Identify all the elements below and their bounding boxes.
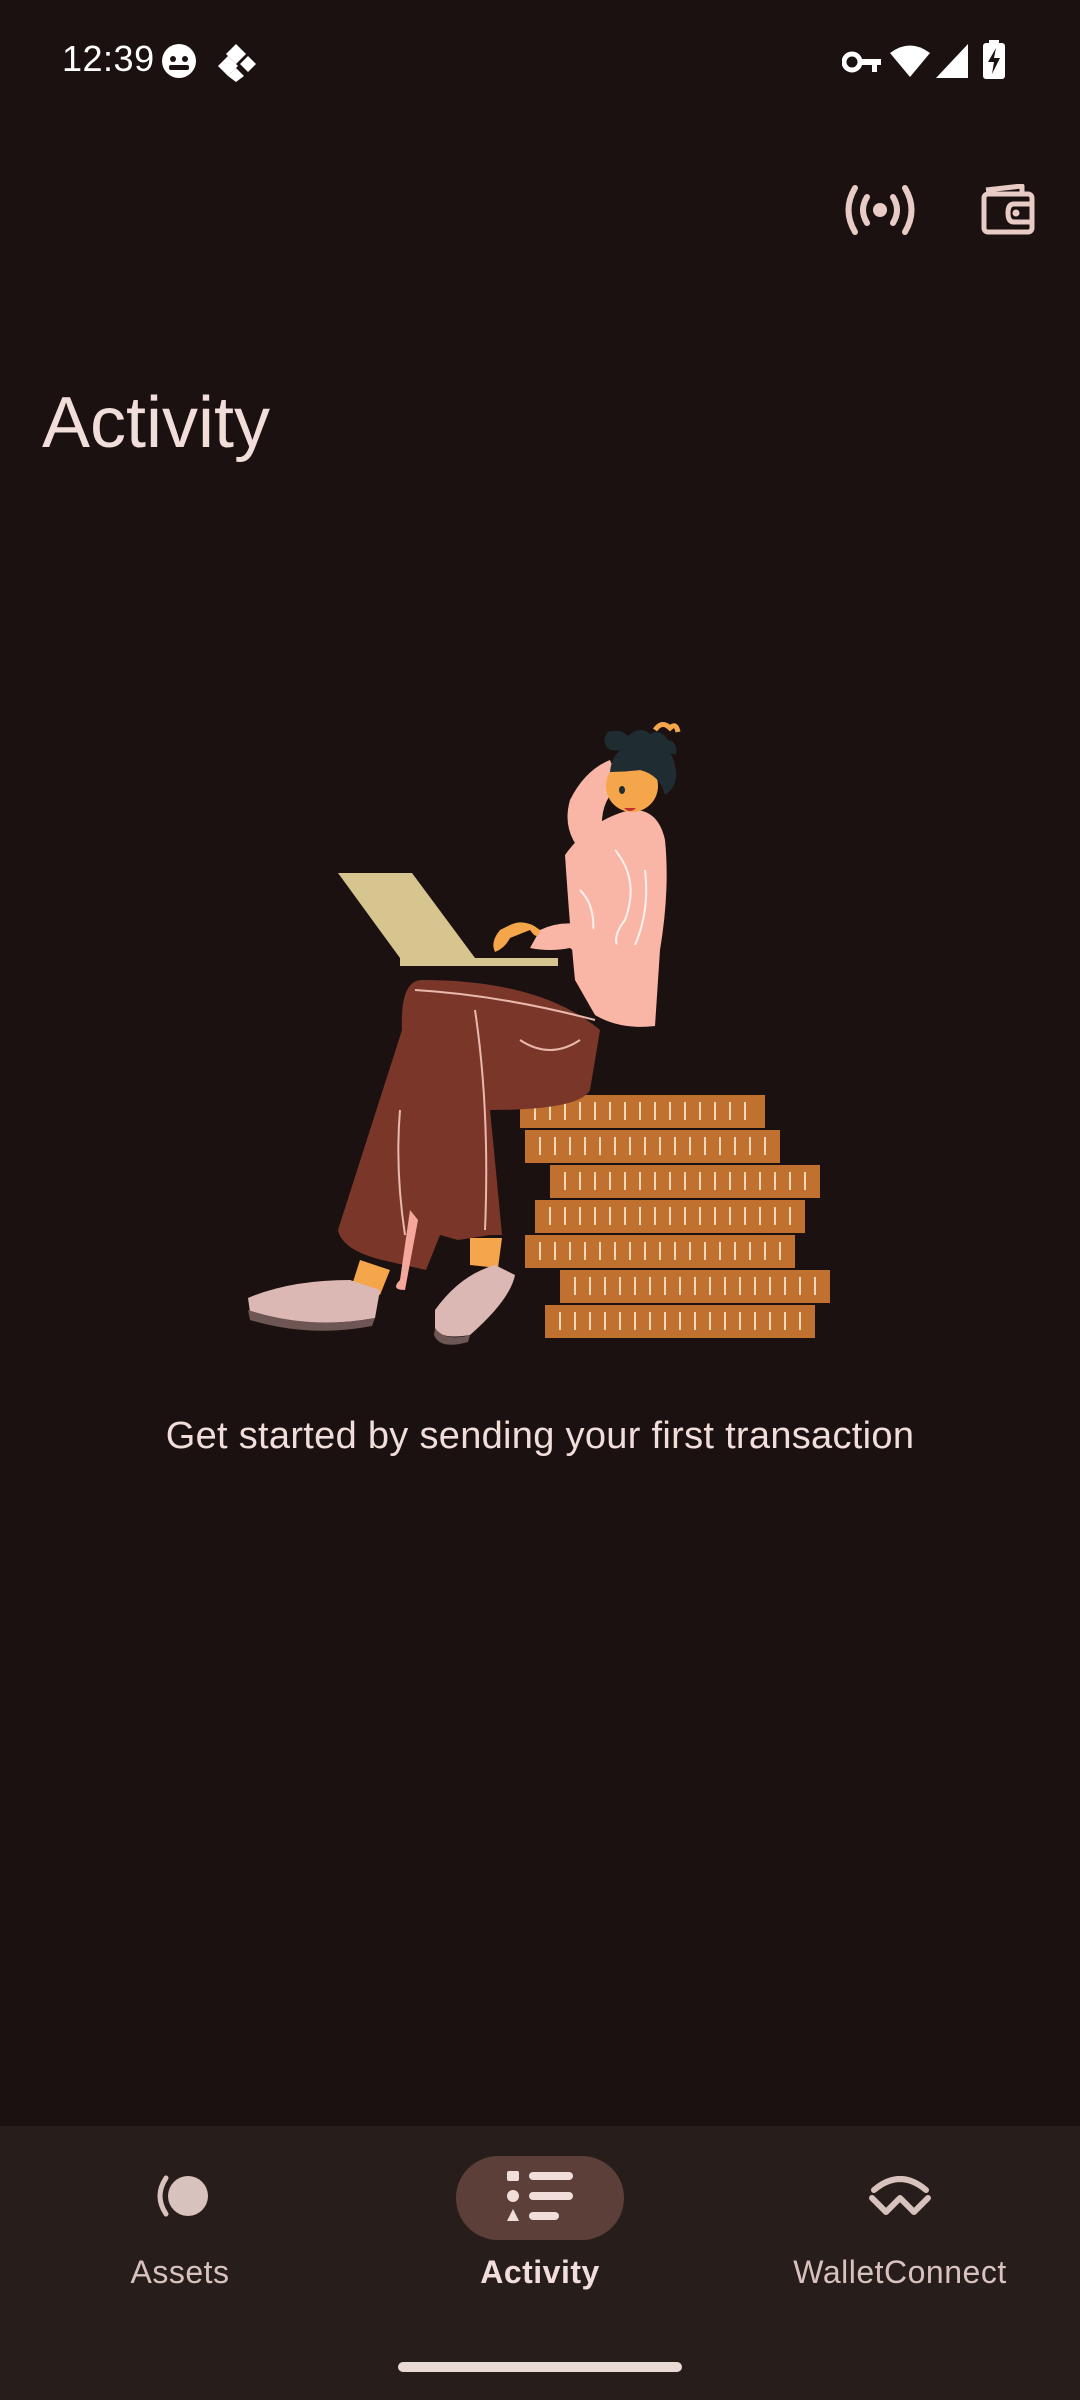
nav-pill-activity bbox=[456, 2156, 624, 2240]
nav-item-activity[interactable]: Activity bbox=[360, 2156, 720, 2326]
broadcast-button[interactable] bbox=[834, 166, 926, 258]
page-title: Activity bbox=[42, 383, 271, 463]
list-icon bbox=[507, 2169, 573, 2228]
nav-item-walletconnect[interactable]: WalletConnect bbox=[720, 2156, 1080, 2326]
coin-stack-illustration bbox=[520, 1095, 830, 1338]
vpn-key-icon bbox=[841, 50, 882, 79]
bottom-navigation: Assets Activity WalletConnect bbox=[0, 2126, 1080, 2400]
walletconnect-icon bbox=[868, 2175, 932, 2221]
nav-label-assets: Assets bbox=[130, 2254, 230, 2290]
nav-label-walletconnect: WalletConnect bbox=[793, 2254, 1007, 2290]
empty-state-message: Get started by sending your first transa… bbox=[165, 1415, 915, 1457]
nav-label-activity: Activity bbox=[480, 2254, 600, 2290]
empty-state-illustration bbox=[240, 690, 840, 1350]
battery-charging-icon bbox=[982, 40, 1006, 85]
cellular-signal-icon bbox=[936, 44, 970, 83]
face-notification-icon bbox=[160, 42, 198, 85]
status-bar: 12:39 bbox=[0, 0, 1080, 130]
nav-item-assets[interactable]: Assets bbox=[0, 2156, 360, 2326]
wifi-icon bbox=[890, 44, 930, 83]
app-notification-icon bbox=[216, 42, 256, 87]
laptop-illustration bbox=[338, 873, 558, 966]
status-time: 12:39 bbox=[62, 38, 155, 79]
broadcast-icon bbox=[845, 184, 915, 241]
wallet-icon bbox=[980, 183, 1036, 241]
nav-pill-assets bbox=[96, 2156, 264, 2240]
gesture-navigation-bar[interactable] bbox=[398, 2362, 682, 2372]
nav-pill-walletconnect bbox=[816, 2156, 984, 2240]
assets-icon bbox=[150, 2174, 210, 2223]
wallet-button[interactable] bbox=[962, 166, 1054, 258]
